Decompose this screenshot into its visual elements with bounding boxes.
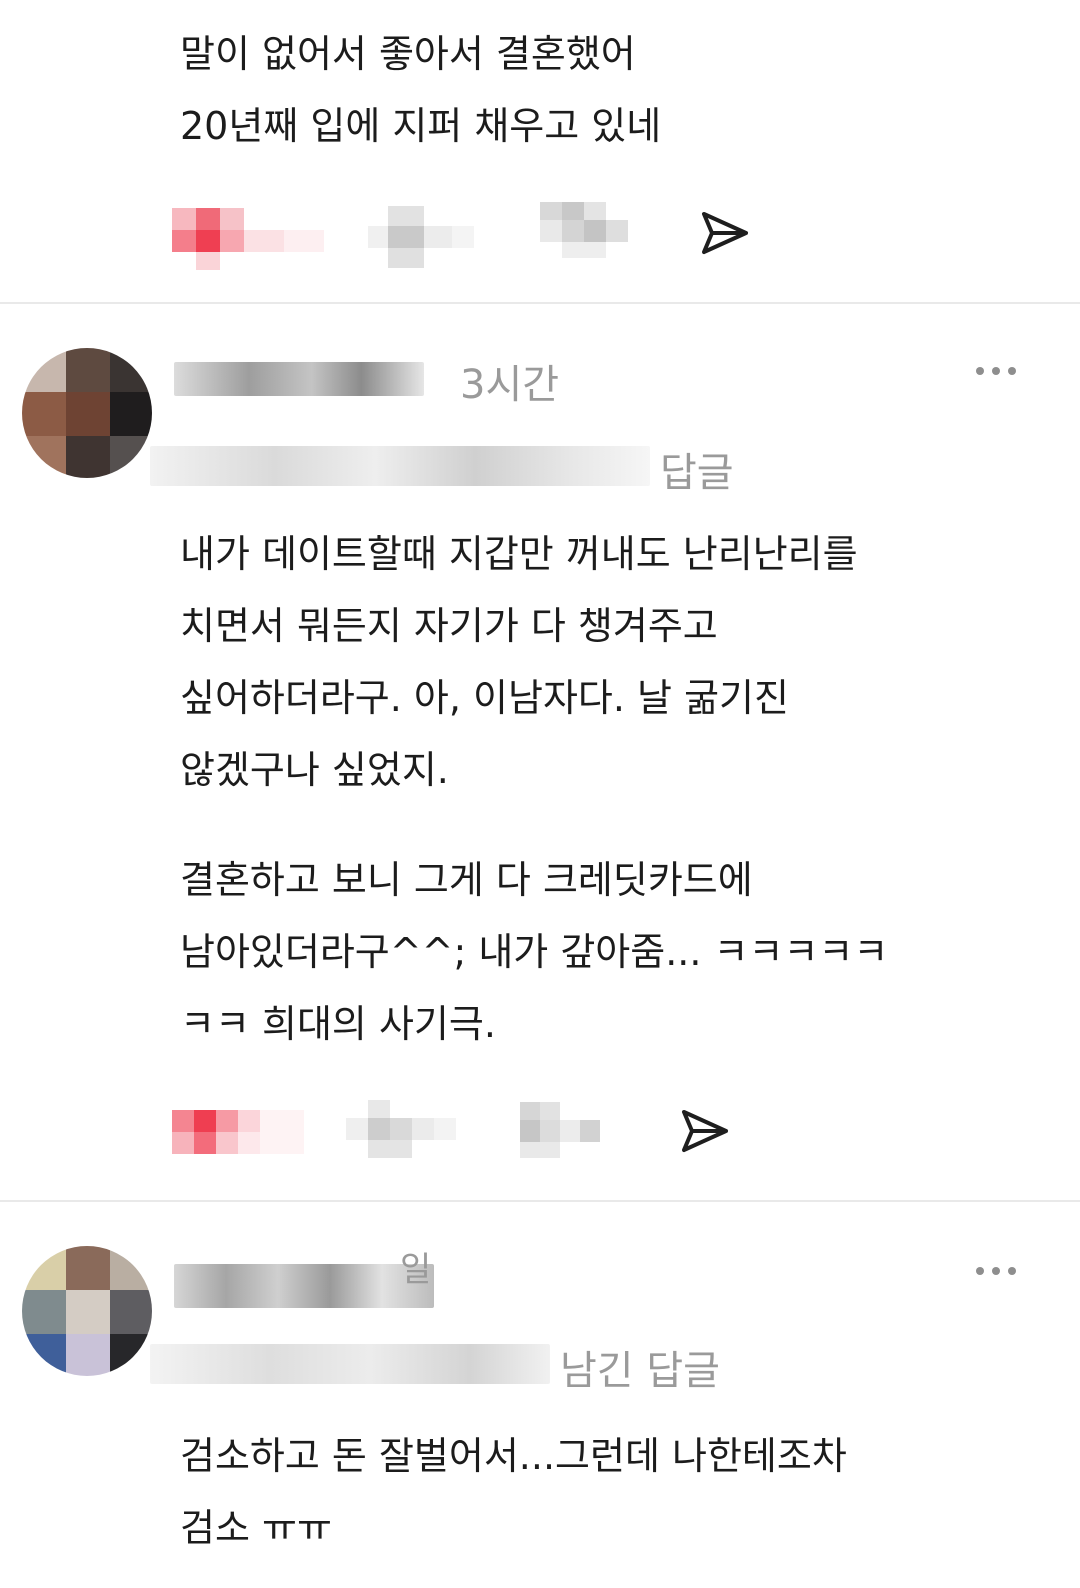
avatar[interactable] <box>22 1246 152 1376</box>
post-1: 말이 없어서 좋아서 결혼했어 20년째 입에 지퍼 채우고 있네 <box>0 0 1080 302</box>
post-actions <box>172 202 772 270</box>
repost-icon[interactable] <box>540 202 628 260</box>
comment-actions <box>172 1100 772 1164</box>
post-body: 말이 없어서 좋아서 결혼했어 20년째 입에 지퍼 채우고 있네 <box>180 32 662 148</box>
comment-icon[interactable] <box>368 206 478 268</box>
send-icon[interactable] <box>698 210 750 256</box>
username-blurred[interactable] <box>174 1264 434 1308</box>
heart-icon[interactable] <box>172 208 324 270</box>
comment-1: 3시간 답글 내가 데이트할때 지갑만 꺼내도 난리난리를 치면서 뭐든지 자기… <box>0 304 1080 1200</box>
reply-label: 답글 <box>660 450 734 496</box>
comment-body-para2: 결혼하고 보니 그게 다 크레딧카드에 남아있더라구^^; 내가 갚아줌... … <box>180 858 889 1046</box>
comment-body: 검소하고 돈 잘벌어서...그런데 나한테조차 검소 ㅠㅠ <box>180 1434 847 1550</box>
more-icon[interactable] <box>974 1264 1018 1278</box>
heart-icon[interactable] <box>172 1110 304 1154</box>
post-time: 3시간 <box>460 362 560 408</box>
reply-target-blurred[interactable] <box>150 1344 550 1384</box>
post-time: 일 <box>400 1250 432 1290</box>
username-blurred[interactable] <box>174 362 424 396</box>
comment-2: 일 남긴 답글 검소하고 돈 잘벌어서...그런데 나한테조차 검소 ㅠㅠ <box>0 1202 1080 1588</box>
send-icon[interactable] <box>678 1108 730 1154</box>
comment-icon[interactable] <box>346 1100 456 1158</box>
more-icon[interactable] <box>974 364 1018 378</box>
reply-target-blurred[interactable] <box>150 446 650 486</box>
avatar[interactable] <box>22 348 152 478</box>
repost-icon[interactable] <box>520 1102 600 1158</box>
reply-label: 남긴 답글 <box>560 1348 720 1394</box>
comment-body-para1: 내가 데이트할때 지갑만 꺼내도 난리난리를 치면서 뭐든지 자기가 다 챙겨주… <box>180 532 858 792</box>
